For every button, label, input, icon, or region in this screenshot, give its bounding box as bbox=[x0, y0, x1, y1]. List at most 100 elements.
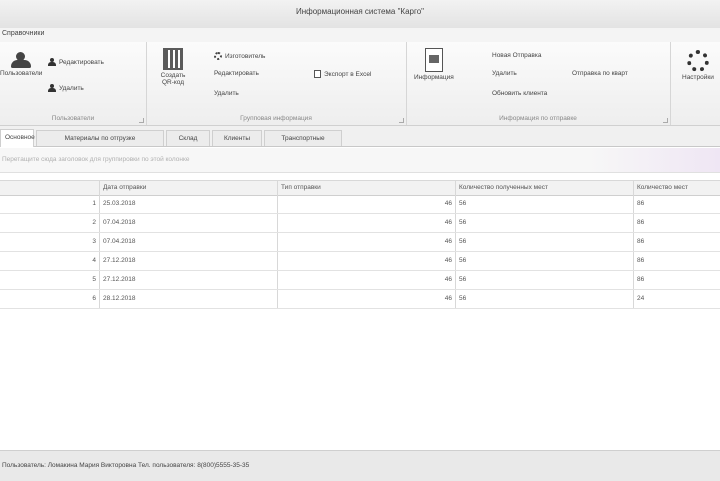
places-cell[interactable]: 24 bbox=[634, 290, 720, 308]
delete-shipment-label: Удалить bbox=[492, 70, 517, 77]
table-row[interactable]: 5 27.12.2018 46 56 86 bbox=[0, 271, 720, 290]
group-launcher-icon[interactable] bbox=[663, 118, 668, 123]
group-label: Информация по отправке bbox=[499, 115, 577, 122]
table-row[interactable]: 1 25.03.2018 46 56 86 bbox=[0, 195, 720, 214]
manufacturer-button[interactable]: Изготовитель bbox=[214, 52, 265, 60]
delete-shipment-button[interactable]: Удалить bbox=[492, 70, 517, 77]
settings-button[interactable]: Настройки bbox=[682, 50, 714, 81]
update-client-button[interactable]: Обновить клиента bbox=[492, 90, 547, 97]
type-cell[interactable]: 46 bbox=[278, 233, 456, 251]
create-qr-button[interactable]: Создать QR-код bbox=[156, 48, 190, 86]
received-cell[interactable]: 56 bbox=[456, 214, 634, 232]
received-cell[interactable]: 56 bbox=[456, 233, 634, 251]
group-launcher-icon[interactable] bbox=[139, 118, 144, 123]
date-cell[interactable]: 07.04.2018 bbox=[100, 214, 278, 232]
group-label: Пользователи bbox=[51, 115, 95, 122]
received-cell[interactable]: 56 bbox=[456, 252, 634, 270]
users-button-label: Пользователи bbox=[0, 70, 43, 77]
qr-code-icon bbox=[163, 48, 183, 70]
settings-gear-icon bbox=[686, 50, 709, 72]
create-qr-label: Создать QR-код bbox=[160, 72, 186, 86]
date-cell[interactable]: 07.04.2018 bbox=[100, 233, 278, 251]
users-icon bbox=[11, 52, 32, 68]
person-icon bbox=[48, 84, 56, 92]
edit-info-button[interactable]: Редактировать bbox=[214, 70, 259, 77]
group-panel-hint: Перетащите сюда заголовок для группировк… bbox=[2, 156, 190, 163]
tab-shipment-materials[interactable]: Материалы по отгрузке bbox=[36, 130, 164, 146]
places-cell[interactable]: 86 bbox=[634, 271, 720, 289]
row-number-cell[interactable]: 2 bbox=[0, 214, 100, 232]
export-excel-label: Экспорт в Excel bbox=[324, 70, 372, 78]
received-cell[interactable]: 56 bbox=[456, 195, 634, 213]
date-cell[interactable]: 28.12.2018 bbox=[100, 290, 278, 308]
spreadsheet-icon bbox=[314, 70, 321, 78]
row-number-cell[interactable]: 3 bbox=[0, 233, 100, 251]
tab-strip: Основное Материалы по отгрузке Склад Кли… bbox=[0, 126, 720, 147]
row-number-cell[interactable]: 5 bbox=[0, 271, 100, 289]
tab-warehouse[interactable]: Склад bbox=[166, 130, 210, 146]
edit-info-label: Редактировать bbox=[214, 70, 259, 77]
tab-transport[interactable]: Транспортные bbox=[264, 130, 342, 146]
row-number-cell[interactable]: 1 bbox=[0, 195, 100, 213]
type-cell[interactable]: 46 bbox=[278, 271, 456, 289]
type-cell[interactable]: 46 bbox=[278, 252, 456, 270]
information-button[interactable]: Информация bbox=[414, 48, 454, 81]
shipment-by-quarter-label: Отправка по кварт bbox=[572, 70, 628, 77]
tab-main[interactable]: Основное bbox=[0, 129, 35, 147]
edit-user-label: Редактировать bbox=[59, 58, 104, 66]
ribbon-group-users: Пользователи Редактировать Удалить Польз… bbox=[0, 42, 147, 125]
date-cell[interactable]: 27.12.2018 bbox=[100, 271, 278, 289]
type-cell[interactable]: 46 bbox=[278, 195, 456, 213]
group-launcher-icon[interactable] bbox=[399, 118, 404, 123]
export-excel-button[interactable]: Экспорт в Excel bbox=[314, 70, 371, 78]
column-header-received[interactable]: Количество полученных мест bbox=[456, 181, 634, 195]
person-icon bbox=[48, 58, 56, 66]
delete-info-button[interactable]: Удалить bbox=[214, 90, 239, 97]
places-cell[interactable]: 86 bbox=[634, 195, 720, 213]
gear-icon bbox=[214, 52, 222, 60]
grid-header: Дата отправки Тип отправки Количество по… bbox=[0, 180, 720, 196]
new-shipment-button[interactable]: Новая Отправка bbox=[492, 52, 541, 59]
table-row[interactable]: 3 07.04.2018 46 56 86 bbox=[0, 233, 720, 252]
ribbon-group-info: Создать QR-код Изготовитель Редактироват… bbox=[146, 42, 407, 125]
table-row[interactable]: 6 28.12.2018 46 56 24 bbox=[0, 290, 720, 309]
ribbon-group-settings: Настройки bbox=[670, 42, 720, 125]
tab-clients[interactable]: Клиенты bbox=[212, 130, 262, 146]
shipment-by-quarter-button[interactable]: Отправка по кварт bbox=[572, 70, 628, 77]
group-panel[interactable]: Перетащите сюда заголовок для группировк… bbox=[0, 148, 720, 173]
ribbon-group-shipment: Информация Новая Отправка Удалить Обнови… bbox=[406, 42, 671, 125]
window-title: Информационная система "Карго" bbox=[295, 7, 425, 16]
column-header-type[interactable]: Тип отправки bbox=[278, 181, 456, 195]
column-header-date[interactable]: Дата отправки bbox=[100, 181, 278, 195]
title-bar: Информационная система "Карго" bbox=[0, 0, 720, 29]
type-cell[interactable]: 46 bbox=[278, 290, 456, 308]
status-bar: Пользователь: Ломакина Мария Викторовна … bbox=[0, 450, 720, 481]
delete-user-label: Удалить bbox=[59, 84, 84, 92]
new-shipment-label: Новая Отправка bbox=[492, 52, 542, 59]
menu-bar: Справочники bbox=[0, 28, 720, 42]
menu-item-references[interactable]: Справочники bbox=[2, 30, 44, 37]
places-cell[interactable]: 86 bbox=[634, 214, 720, 232]
group-label: Групповая информация bbox=[240, 115, 312, 122]
date-cell[interactable]: 25.03.2018 bbox=[100, 195, 278, 213]
places-cell[interactable]: 86 bbox=[634, 252, 720, 270]
ribbon: Пользователи Редактировать Удалить Польз… bbox=[0, 42, 720, 126]
update-client-label: Обновить клиента bbox=[492, 90, 548, 97]
row-number-cell[interactable]: 4 bbox=[0, 252, 100, 270]
table-row[interactable]: 2 07.04.2018 46 56 86 bbox=[0, 214, 720, 233]
column-header-places[interactable]: Количество мест bbox=[634, 181, 720, 195]
row-number-cell[interactable]: 6 bbox=[0, 290, 100, 308]
delete-user-button[interactable]: Удалить bbox=[48, 84, 84, 92]
users-button[interactable]: Пользователи bbox=[0, 52, 42, 77]
form-icon bbox=[424, 48, 443, 72]
edit-user-button[interactable]: Редактировать bbox=[48, 58, 104, 66]
received-cell[interactable]: 56 bbox=[456, 271, 634, 289]
status-text: Пользователь: Ломакина Мария Викторовна … bbox=[2, 462, 250, 469]
received-cell[interactable]: 56 bbox=[456, 290, 634, 308]
places-cell[interactable]: 86 bbox=[634, 233, 720, 251]
column-header-number[interactable] bbox=[0, 181, 100, 195]
delete-info-label: Удалить bbox=[214, 90, 239, 97]
table-row[interactable]: 4 27.12.2018 46 56 86 bbox=[0, 252, 720, 271]
date-cell[interactable]: 27.12.2018 bbox=[100, 252, 278, 270]
type-cell[interactable]: 46 bbox=[278, 214, 456, 232]
